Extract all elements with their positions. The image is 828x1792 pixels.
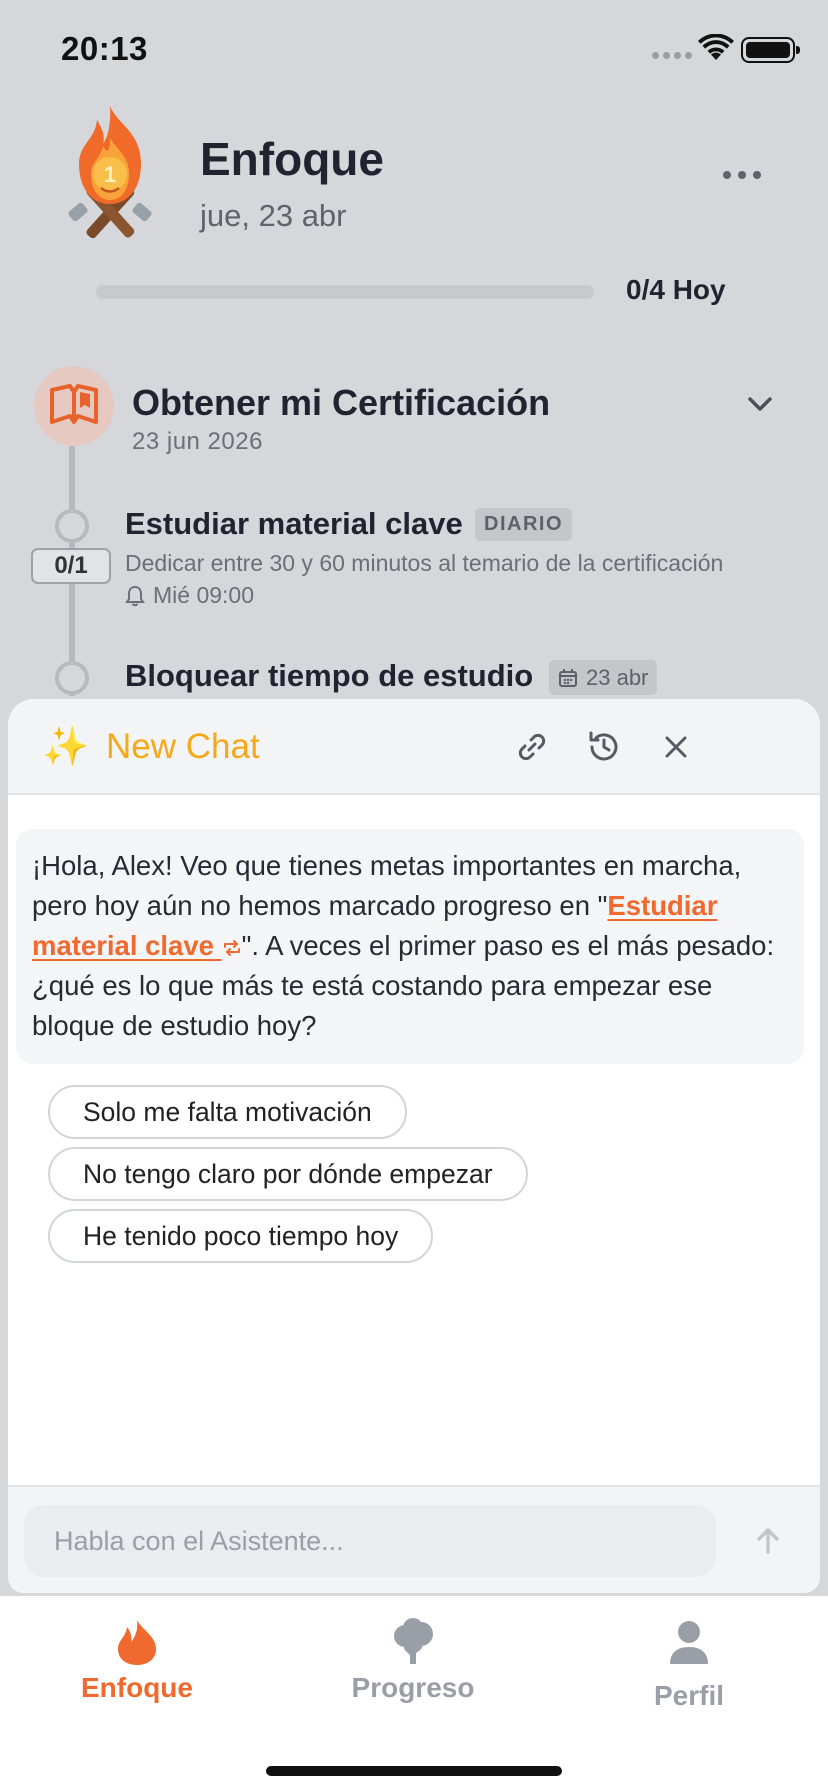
link-icon bbox=[518, 733, 546, 761]
campfire-logo-icon: 1 bbox=[68, 106, 152, 239]
history-icon bbox=[589, 731, 618, 761]
link-button[interactable] bbox=[510, 725, 554, 769]
chat-input[interactable] bbox=[24, 1505, 716, 1577]
task-title[interactable]: Estudiar material clave bbox=[125, 506, 463, 542]
calendar-icon bbox=[559, 668, 577, 687]
tab-progreso[interactable]: Progreso bbox=[313, 1618, 513, 1728]
person-icon bbox=[670, 1621, 708, 1664]
tab-label: Perfil bbox=[653, 1680, 725, 1711]
close-icon bbox=[665, 736, 687, 758]
wifi-icon bbox=[698, 34, 734, 60]
frequency-badge: DIARIO bbox=[475, 508, 572, 541]
task-reminder: Mié 09:00 bbox=[125, 582, 254, 609]
home-indicator bbox=[266, 1766, 562, 1776]
sparkles-icon: ✨ bbox=[42, 726, 90, 768]
daily-progress-label: 0/4 Hoy bbox=[626, 274, 726, 305]
daily-progress-bar bbox=[96, 285, 594, 299]
cellular-signal-icon bbox=[652, 52, 692, 59]
more-options-button[interactable] bbox=[712, 160, 772, 190]
chat-input-bar bbox=[8, 1485, 820, 1593]
task-date-badge: 23 abr bbox=[549, 660, 658, 695]
suggestion-chip[interactable]: No tengo claro por dónde empezar bbox=[48, 1147, 528, 1201]
chat-header: ✨ New Chat bbox=[8, 699, 820, 795]
battery-icon bbox=[741, 37, 800, 63]
goal-title[interactable]: Obtener mi Certificación bbox=[132, 382, 550, 424]
chevron-down-icon[interactable] bbox=[745, 392, 775, 416]
book-icon bbox=[34, 366, 114, 446]
tab-perfil[interactable]: Perfil bbox=[589, 1618, 789, 1728]
flame-icon bbox=[118, 1620, 156, 1665]
tab-bar: Enfoque Progreso Perfil bbox=[0, 1596, 828, 1792]
close-button[interactable] bbox=[654, 725, 698, 769]
tab-enfoque[interactable]: Enfoque bbox=[37, 1618, 237, 1728]
page-date: jue, 23 abr bbox=[200, 198, 347, 233]
page-title: Enfoque bbox=[200, 133, 384, 185]
tab-label: Progreso bbox=[351, 1672, 475, 1703]
task-date: 23 abr bbox=[586, 664, 649, 690]
task-count-badge: 0/1 bbox=[31, 548, 111, 584]
status-time: 20:13 bbox=[61, 30, 148, 67]
assistant-chat-sheet: ✨ New Chat ¡Hola, Alex! Veo que tienes m… bbox=[8, 699, 820, 1593]
tab-label: Enfoque bbox=[81, 1672, 193, 1703]
assistant-message: ¡Hola, Alex! Veo que tienes metas import… bbox=[16, 829, 804, 1064]
task-checkbox[interactable] bbox=[55, 661, 89, 695]
suggestion-chip[interactable]: He tenido poco tiempo hoy bbox=[48, 1209, 434, 1263]
svg-text:1: 1 bbox=[104, 162, 116, 187]
task-checkbox[interactable] bbox=[55, 509, 89, 543]
reminder-time: Mié 09:00 bbox=[153, 582, 255, 608]
history-button[interactable] bbox=[582, 725, 626, 769]
repeat-icon bbox=[223, 940, 240, 956]
goal-date: 23 jun 2026 bbox=[132, 428, 263, 455]
status-bar: 20:13 bbox=[0, 0, 828, 100]
task-title[interactable]: Bloquear tiempo de estudio bbox=[125, 658, 533, 694]
tree-icon bbox=[394, 1618, 433, 1664]
bell-icon bbox=[125, 585, 145, 606]
chat-title: New Chat bbox=[106, 727, 260, 766]
suggestion-chip[interactable]: Solo me falta motivación bbox=[48, 1085, 407, 1139]
task-description: Dedicar entre 30 y 60 minutos al temario… bbox=[125, 550, 724, 576]
send-button[interactable] bbox=[746, 1519, 790, 1563]
arrow-up-icon bbox=[757, 1528, 779, 1554]
